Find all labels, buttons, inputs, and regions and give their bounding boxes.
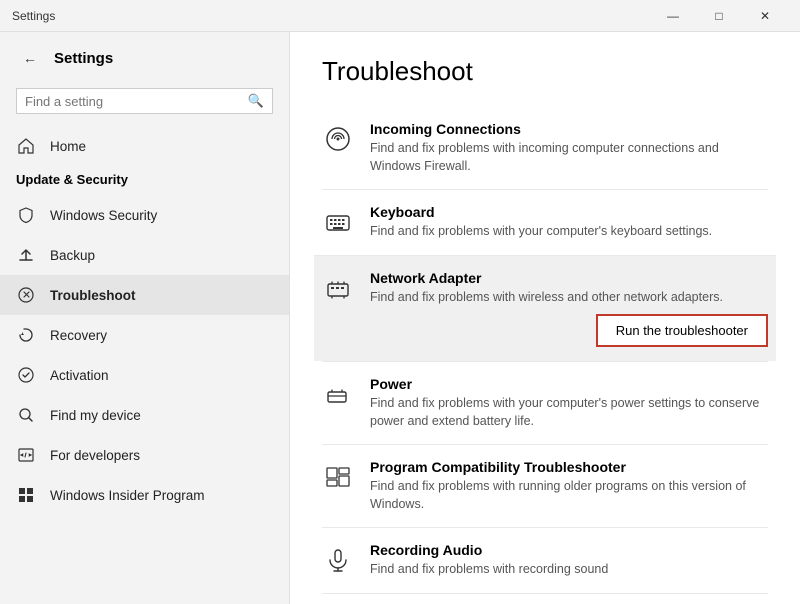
sidebar-item-activation[interactable]: Activation — [0, 355, 289, 395]
sidebar-item-activation-label: Activation — [50, 368, 109, 383]
main-content: Troubleshoot Incoming Connections Find a… — [290, 32, 800, 604]
backup-icon — [16, 245, 36, 265]
search-icon: 🔍 — [248, 93, 264, 109]
sidebar: ← Settings 🔍 Home Update & Security — [0, 32, 290, 604]
title-bar-controls: — □ ✕ — [650, 0, 788, 32]
troubleshoot-item-incoming-connections: Incoming Connections Find and fix proble… — [322, 107, 768, 189]
keyboard-desc: Find and fix problems with your computer… — [370, 223, 768, 241]
keyboard-text: Keyboard Find and fix problems with your… — [370, 204, 768, 241]
sidebar-item-home-label: Home — [50, 139, 86, 154]
find-device-icon — [16, 405, 36, 425]
sidebar-item-backup-label: Backup — [50, 248, 95, 263]
incoming-connections-title: Incoming Connections — [370, 121, 768, 137]
incoming-connections-icon — [322, 123, 354, 155]
recording-audio-desc: Find and fix problems with recording sou… — [370, 561, 768, 579]
sidebar-item-recovery[interactable]: Recovery — [0, 315, 289, 355]
recording-audio-icon — [322, 544, 354, 576]
sidebar-item-for-developers[interactable]: For developers — [0, 435, 289, 475]
troubleshoot-item-power: Power Find and fix problems with your co… — [322, 361, 768, 444]
page-title: Troubleshoot — [322, 56, 768, 87]
sidebar-item-find-my-device-label: Find my device — [50, 408, 141, 423]
sidebar-section-title: Update & Security — [0, 166, 289, 195]
run-troubleshooter-button[interactable]: Run the troubleshooter — [596, 314, 768, 347]
activation-icon — [16, 365, 36, 385]
sidebar-item-troubleshoot[interactable]: Troubleshoot — [0, 275, 289, 315]
program-compatibility-icon — [322, 461, 354, 493]
title-bar-title: Settings — [12, 9, 55, 23]
program-compatibility-title: Program Compatibility Troubleshooter — [370, 459, 768, 475]
app-body: ← Settings 🔍 Home Update & Security — [0, 32, 800, 604]
program-compatibility-desc: Find and fix problems with running older… — [370, 478, 768, 513]
troubleshoot-item-search-indexing: Search and Indexing Find and fix problem… — [322, 593, 768, 604]
shield-icon — [16, 205, 36, 225]
sidebar-item-home[interactable]: Home — [0, 126, 289, 166]
network-adapter-icon — [322, 272, 354, 304]
sidebar-item-windows-insider[interactable]: Windows Insider Program — [0, 475, 289, 515]
sidebar-item-windows-security[interactable]: Windows Security — [0, 195, 289, 235]
close-button[interactable]: ✕ — [742, 0, 788, 32]
troubleshoot-item-keyboard: Keyboard Find and fix problems with your… — [322, 189, 768, 255]
home-icon — [16, 136, 36, 156]
windows-insider-icon — [16, 485, 36, 505]
sidebar-item-find-my-device[interactable]: Find my device — [0, 395, 289, 435]
program-compatibility-text: Program Compatibility Troubleshooter Fin… — [370, 459, 768, 513]
sidebar-item-recovery-label: Recovery — [50, 328, 107, 343]
network-adapter-title: Network Adapter — [370, 270, 768, 286]
sidebar-item-for-developers-label: For developers — [50, 448, 140, 463]
maximize-button[interactable]: □ — [696, 0, 742, 32]
developers-icon — [16, 445, 36, 465]
search-box[interactable]: 🔍 — [16, 88, 273, 114]
minimize-button[interactable]: — — [650, 0, 696, 32]
run-btn-container: Run the troubleshooter — [370, 314, 768, 347]
incoming-connections-text: Incoming Connections Find and fix proble… — [370, 121, 768, 175]
sidebar-item-windows-security-label: Windows Security — [50, 208, 157, 223]
keyboard-title: Keyboard — [370, 204, 768, 220]
title-bar-left: Settings — [12, 9, 55, 23]
recording-audio-text: Recording Audio Find and fix problems wi… — [370, 542, 768, 579]
troubleshoot-icon — [16, 285, 36, 305]
title-bar: Settings — □ ✕ — [0, 0, 800, 32]
network-adapter-desc: Find and fix problems with wireless and … — [370, 289, 768, 307]
troubleshoot-item-network-adapter: Network Adapter Find and fix problems wi… — [314, 255, 776, 362]
power-title: Power — [370, 376, 768, 392]
incoming-connections-desc: Find and fix problems with incoming comp… — [370, 140, 768, 175]
power-icon — [322, 378, 354, 410]
sidebar-item-windows-insider-label: Windows Insider Program — [50, 488, 205, 503]
recovery-icon — [16, 325, 36, 345]
sidebar-item-troubleshoot-label: Troubleshoot — [50, 288, 136, 303]
troubleshoot-item-recording-audio: Recording Audio Find and fix problems wi… — [322, 527, 768, 593]
back-button[interactable]: ← — [16, 44, 44, 72]
network-adapter-text: Network Adapter Find and fix problems wi… — [370, 270, 768, 348]
troubleshoot-item-program-compatibility: Program Compatibility Troubleshooter Fin… — [322, 444, 768, 527]
power-text: Power Find and fix problems with your co… — [370, 376, 768, 430]
search-input[interactable] — [25, 94, 242, 109]
keyboard-icon — [322, 206, 354, 238]
power-desc: Find and fix problems with your computer… — [370, 395, 768, 430]
recording-audio-title: Recording Audio — [370, 542, 768, 558]
sidebar-header: ← Settings — [0, 32, 289, 84]
sidebar-app-title: Settings — [54, 50, 113, 67]
sidebar-item-backup[interactable]: Backup — [0, 235, 289, 275]
